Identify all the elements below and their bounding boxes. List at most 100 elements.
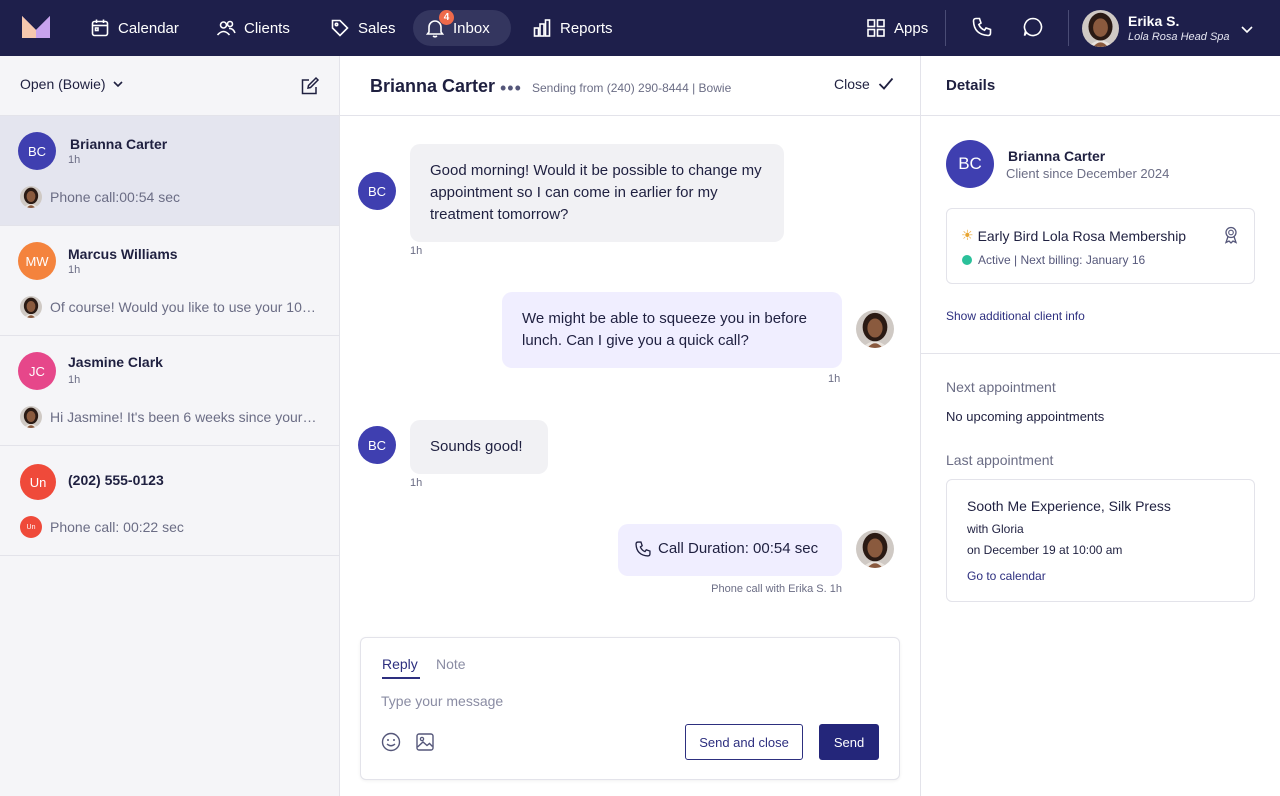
conversation-name: Marcus Williams xyxy=(68,246,178,262)
appointment-date: on December 19 at 10:00 am xyxy=(967,543,1123,557)
conversation-list-header: Open (Bowie) xyxy=(0,56,339,116)
client-name[interactable]: Brianna Carter xyxy=(1008,148,1105,164)
message-time: Phone call with Erika S. 1h xyxy=(711,583,842,595)
nav-reports-label: Reports xyxy=(560,19,613,37)
sun-icon: ☀ xyxy=(961,227,974,243)
grid-icon xyxy=(867,19,885,37)
sender-avatar xyxy=(20,186,42,208)
nav-apps-label: Apps xyxy=(894,19,929,37)
last-appointment-label: Last appointment xyxy=(946,452,1054,468)
membership-title-text: Early Bird Lola Rosa Membership xyxy=(977,227,1187,244)
nav-clients[interactable]: Clients xyxy=(204,10,302,46)
avatar: Un xyxy=(20,464,56,500)
chat-button[interactable] xyxy=(1022,16,1046,40)
nav-inbox-label: Inbox xyxy=(453,19,490,37)
details-title: Details xyxy=(946,77,996,94)
conversation-time: 1h xyxy=(68,154,81,166)
conversation-name: (202) 555-0123 xyxy=(68,472,164,488)
bar-chart-icon xyxy=(533,19,551,37)
appointment-service: Sooth Me Experience, Silk Press xyxy=(967,498,1171,514)
avatar: BC xyxy=(358,426,396,464)
compose-icon[interactable] xyxy=(300,76,320,96)
phone-icon xyxy=(972,17,992,37)
message-bubble: Sounds good! xyxy=(410,420,548,474)
next-appointment-label: Next appointment xyxy=(946,379,1056,395)
location-filter-label: Open (Bowie) xyxy=(20,76,106,92)
conversation-name: Brianna Carter xyxy=(70,136,168,152)
nav-inbox[interactable]: 4 Inbox xyxy=(413,10,511,46)
conversation-preview: Phone call: 00:22 sec xyxy=(50,519,184,535)
tab-note[interactable]: Note xyxy=(436,656,466,672)
client-avatar: BC xyxy=(946,140,994,188)
image-icon[interactable] xyxy=(415,732,435,752)
message-bubble: We might be able to squeeze you in befor… xyxy=(502,292,842,368)
contact-name[interactable]: Brianna Carter xyxy=(370,76,495,97)
calendar-icon xyxy=(91,19,109,37)
phone-button[interactable] xyxy=(971,16,995,40)
avatar: MW xyxy=(18,242,56,280)
conversation-view: Brianna Carter ••• Sending from (240) 29… xyxy=(340,56,921,796)
nav-clients-label: Clients xyxy=(244,19,290,37)
avatar xyxy=(856,310,894,348)
avatar: JC xyxy=(18,352,56,390)
active-status-dot xyxy=(962,255,972,265)
chat-bubble-icon xyxy=(1023,17,1043,37)
message-time: 1h xyxy=(410,245,423,257)
user-avatar[interactable] xyxy=(1082,10,1119,47)
sender-avatar: Un xyxy=(20,516,42,538)
nav-divider xyxy=(1068,10,1069,46)
nav-divider xyxy=(945,10,946,46)
nav-apps[interactable]: Apps xyxy=(854,10,940,46)
client-since: Client since December 2024 xyxy=(1006,166,1170,181)
top-nav: Calendar Clients Sales 4 Inbox Reports A… xyxy=(0,0,1280,56)
show-client-info-link[interactable]: Show additional client info xyxy=(946,309,1085,323)
send-and-close-button[interactable]: Send and close xyxy=(685,724,803,760)
message-time: 1h xyxy=(410,477,423,489)
phone-icon xyxy=(635,541,651,557)
go-to-calendar-link[interactable]: Go to calendar xyxy=(967,569,1046,583)
conversation-time: 1h xyxy=(68,374,81,386)
conversation-item[interactable]: JC Jasmine Clark 1h Hi Jasmine! It's bee… xyxy=(0,336,339,446)
conversation-preview: Of course! Would you like to use your 10… xyxy=(50,299,320,315)
membership-card xyxy=(946,208,1255,284)
nav-reports[interactable]: Reports xyxy=(520,10,625,46)
avatar xyxy=(856,530,894,568)
tab-reply[interactable]: Reply xyxy=(382,656,418,672)
membership-status: Active | Next billing: January 16 xyxy=(962,253,1145,267)
users-icon xyxy=(216,20,236,36)
close-conversation-button[interactable]: Close xyxy=(834,76,894,92)
conversation-time: 1h xyxy=(68,264,81,276)
chevron-down-icon[interactable] xyxy=(1240,22,1254,36)
conversation-name: Jasmine Clark xyxy=(68,354,163,370)
inbox-badge: 4 xyxy=(439,10,454,25)
conversation-item[interactable]: MW Marcus Williams 1h Of course! Would y… xyxy=(0,226,339,336)
membership-status-text: Active | Next billing: January 16 xyxy=(978,253,1146,267)
nav-calendar[interactable]: Calendar xyxy=(78,10,191,46)
message-time: 1h xyxy=(828,373,841,385)
location-filter[interactable]: Open (Bowie) xyxy=(20,76,124,92)
details-panel: Details BC Brianna Carter Client since D… xyxy=(921,56,1280,796)
user-name: Erika S. xyxy=(1128,13,1180,29)
call-duration: Call Duration: 00:54 sec xyxy=(658,540,819,557)
conversation-item[interactable]: BC Brianna Carter 1h Phone call:00:54 se… xyxy=(0,116,339,226)
checkmark-icon xyxy=(878,77,893,90)
active-tab-indicator xyxy=(382,677,420,679)
details-header: Details xyxy=(921,56,1280,116)
membership-title: ☀ Early Bird Lola Rosa Membership xyxy=(961,227,1186,244)
message-composer: Reply Note Send and close Send xyxy=(360,637,900,780)
brand-logo[interactable] xyxy=(22,16,50,38)
emoji-icon[interactable] xyxy=(381,732,401,752)
sender-avatar xyxy=(20,406,42,428)
message-bubble: Good morning! Would it be possible to ch… xyxy=(410,144,784,242)
conversation-item[interactable]: Un (202) 555-0123 Un Phone call: 00:22 s… xyxy=(0,446,339,556)
nav-sales[interactable]: Sales xyxy=(318,10,408,46)
more-options-button[interactable]: ••• xyxy=(500,78,522,99)
avatar: BC xyxy=(358,172,396,210)
close-label: Close xyxy=(834,76,870,92)
sending-from: Sending from (240) 290-8444 | Bowie xyxy=(532,81,732,95)
award-ribbon-icon xyxy=(1224,226,1238,244)
divider xyxy=(921,353,1280,354)
send-button[interactable]: Send xyxy=(819,724,879,760)
message-input[interactable] xyxy=(381,690,881,712)
call-bubble: Call Duration: 00:54 sec xyxy=(618,524,842,576)
